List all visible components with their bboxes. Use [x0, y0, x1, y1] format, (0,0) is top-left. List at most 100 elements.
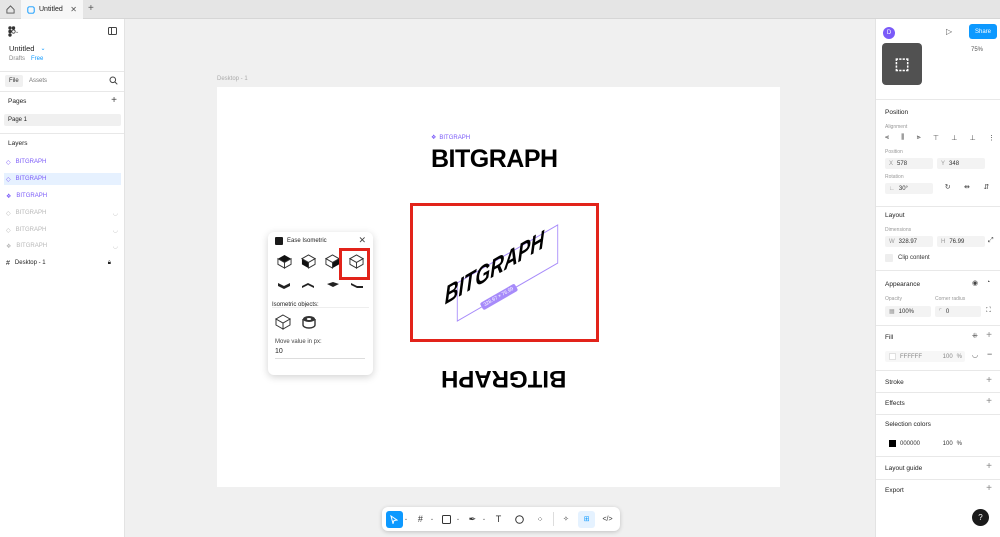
- align-top-icon[interactable]: ⊤: [933, 134, 939, 142]
- iso-plane-flat-icon[interactable]: [326, 280, 340, 292]
- y-field[interactable]: Y 348: [937, 158, 985, 169]
- search-icon[interactable]: [109, 76, 118, 87]
- page-item-1[interactable]: Page 1: [4, 114, 121, 126]
- selection-color-field[interactable]: 000000 100 %: [885, 438, 965, 449]
- mirrored-text[interactable]: BITGRAPH: [441, 364, 566, 392]
- design-mode-button[interactable]: ⊞: [578, 510, 596, 528]
- rotate-icon[interactable]: ↻: [945, 183, 951, 191]
- frame-tool-button[interactable]: #: [412, 511, 429, 528]
- help-button[interactable]: ?: [972, 509, 989, 526]
- distribute-icon[interactable]: ⋮: [988, 134, 995, 142]
- add-page-button[interactable]: +: [111, 95, 117, 106]
- sidebar-toggle-icon[interactable]: [108, 27, 117, 37]
- shape-tool-button[interactable]: [438, 511, 455, 528]
- align-left-icon[interactable]: ⫷: [885, 134, 889, 142]
- canvas[interactable]: Desktop - 1 ❖ BITGRAPH BITGRAPH BITGRAPH …: [126, 19, 875, 537]
- ease-isometric-plugin: Ease Isometric ✕ Isometric objects: Move…: [268, 232, 373, 375]
- align-bottom-icon[interactable]: ⊥: [970, 134, 976, 142]
- opacity-field[interactable]: ▦ 100%: [885, 306, 931, 317]
- iso-cube-right-icon[interactable]: [325, 254, 341, 271]
- iso-cube-top-icon[interactable]: [277, 254, 292, 271]
- title-text[interactable]: BITGRAPH: [431, 145, 558, 174]
- home-icon[interactable]: [3, 2, 17, 16]
- instance-icon: ◇: [6, 176, 11, 183]
- cursor-icon: [390, 514, 399, 524]
- flip-horizontal-icon[interactable]: ⇹: [964, 183, 970, 191]
- layer-frame[interactable]: # Desktop - 1 🔒︎: [4, 257, 121, 269]
- eye-icon[interactable]: ◉: [972, 279, 978, 287]
- chevron-down-icon[interactable]: ⌄: [430, 516, 434, 522]
- text-tool-button[interactable]: T: [490, 511, 507, 528]
- file-menu-chevron-icon[interactable]: ⌄: [40, 45, 45, 52]
- tab-untitled[interactable]: Untitled ✕: [21, 0, 83, 19]
- remove-fill-button[interactable]: −: [987, 349, 992, 359]
- move-tool-button[interactable]: [386, 510, 403, 528]
- layer-label: BITGRAPH: [15, 210, 47, 216]
- iso-cylinder-object-icon[interactable]: [301, 314, 317, 332]
- share-button[interactable]: Share: [969, 24, 997, 39]
- eye-closed-icon[interactable]: ◡: [113, 243, 118, 250]
- layer-item-hidden[interactable]: ◇ BITGRAPH ◡: [4, 224, 121, 236]
- chevron-down-icon[interactable]: ⌄: [456, 516, 460, 522]
- eye-closed-icon[interactable]: ◡: [113, 227, 118, 234]
- iso-box-object-icon[interactable]: [274, 314, 292, 332]
- lock-icon[interactable]: 🔒︎: [108, 260, 111, 267]
- blend-mode-icon[interactable]: ◔: [986, 279, 990, 286]
- frame-label[interactable]: Desktop - 1: [217, 76, 248, 82]
- align-right-icon[interactable]: ⫸: [917, 134, 921, 142]
- layer-item-selected[interactable]: ◇ BITGRAPH: [4, 173, 121, 185]
- actions-button[interactable]: ⁘: [532, 511, 549, 528]
- layer-item[interactable]: ◇ BITGRAPH: [4, 156, 121, 168]
- tab-assets[interactable]: Assets: [29, 75, 47, 87]
- main-menu-button[interactable]: ⌄: [8, 26, 19, 37]
- chevron-down-icon[interactable]: ⌄: [482, 516, 486, 522]
- new-tab-button[interactable]: +: [88, 3, 94, 14]
- iso-cube-left-icon[interactable]: [300, 254, 316, 271]
- file-icon: [27, 5, 35, 14]
- chevron-down-icon[interactable]: ⌄: [404, 516, 408, 522]
- width-field[interactable]: W 328.97: [885, 236, 933, 247]
- add-layout-guide-button[interactable]: +: [986, 461, 992, 472]
- avatar[interactable]: D: [883, 27, 895, 39]
- file-location[interactable]: Drafts: [9, 56, 25, 62]
- clip-content-checkbox[interactable]: [885, 254, 893, 262]
- flip-vertical-icon[interactable]: ⇵: [983, 183, 989, 191]
- iso-plane-left-icon[interactable]: [277, 280, 291, 292]
- plan-badge[interactable]: Free: [31, 56, 43, 62]
- layer-item[interactable]: ❖ BITGRAPH: [4, 190, 121, 202]
- add-export-button[interactable]: +: [986, 483, 992, 494]
- pen-tool-button[interactable]: ✒︎: [464, 511, 481, 528]
- zoom-level[interactable]: 75%: [971, 47, 983, 53]
- component-label[interactable]: ❖ BITGRAPH: [431, 134, 470, 142]
- present-icon[interactable]: ▷: [946, 27, 952, 36]
- align-center-v-icon[interactable]: ⊥: [951, 134, 957, 142]
- iso-plane-down-icon[interactable]: [350, 280, 364, 292]
- resize-icon[interactable]: ⤢: [988, 237, 994, 245]
- close-tab-icon[interactable]: ✕: [70, 5, 77, 14]
- add-stroke-button[interactable]: +: [986, 375, 992, 386]
- style-grid-icon[interactable]: ⁜: [972, 332, 978, 340]
- instance-icon: ◇: [6, 210, 11, 217]
- layer-item-hidden[interactable]: ❖ BITGRAPH ◡: [4, 240, 121, 252]
- height-field[interactable]: H 76.99: [937, 236, 985, 247]
- corner-radius-field[interactable]: ⌜ 0: [935, 306, 981, 317]
- add-effect-button[interactable]: +: [986, 396, 992, 407]
- dev-mode-button[interactable]: </>: [599, 511, 616, 528]
- eye-closed-icon[interactable]: ◡: [972, 351, 978, 359]
- iso-plane-right-icon[interactable]: [301, 280, 315, 292]
- eye-closed-icon[interactable]: ◡: [113, 210, 118, 217]
- independent-corners-icon[interactable]: ⛶: [986, 307, 991, 315]
- close-icon[interactable]: ✕: [358, 235, 366, 246]
- design-icon: ⊞: [583, 516, 590, 523]
- align-center-h-icon[interactable]: ⫼: [901, 134, 904, 142]
- comment-tool-button[interactable]: [511, 511, 528, 528]
- tab-file[interactable]: File: [5, 75, 23, 87]
- ai-tool-button[interactable]: ✧: [557, 511, 574, 528]
- add-fill-button[interactable]: +: [986, 330, 992, 341]
- fill-field[interactable]: FFFFFF 100 %: [885, 351, 965, 362]
- rotation-field[interactable]: ∟ 30°: [885, 183, 933, 194]
- move-value-input[interactable]: 10: [275, 348, 365, 359]
- layer-item-hidden[interactable]: ◇ BITGRAPH ◡: [4, 207, 121, 219]
- x-field[interactable]: X 578: [885, 158, 933, 169]
- file-name[interactable]: Untitled ⌄: [9, 44, 45, 53]
